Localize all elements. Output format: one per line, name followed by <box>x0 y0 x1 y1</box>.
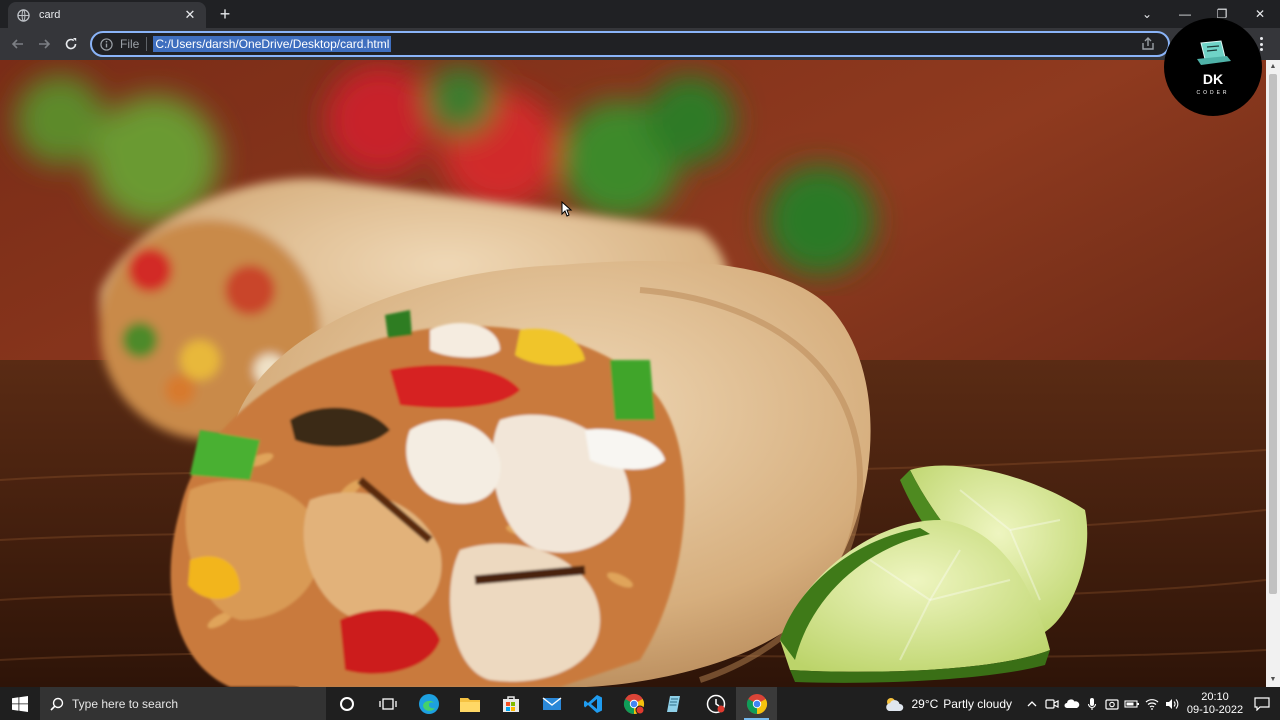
address-scheme-label: File <box>120 37 148 51</box>
back-arrow-icon <box>11 39 23 49</box>
tab-search-button[interactable]: ⌄ <box>1128 0 1166 28</box>
forward-button[interactable] <box>32 32 56 56</box>
back-button[interactable] <box>6 32 30 56</box>
laptop-logo-icon <box>1197 39 1231 65</box>
weather-temperature: 29°C <box>911 696 939 711</box>
burrito-with-lime-photo <box>0 60 1266 687</box>
logo-title: DK <box>1202 70 1224 87</box>
wifi-icon[interactable] <box>1142 687 1162 720</box>
reload-button[interactable] <box>59 32 83 56</box>
taskbar-search-placeholder: Type here to search <box>72 696 179 711</box>
logo-subtitle: CODER <box>1196 89 1230 96</box>
camera-icon[interactable] <box>1102 687 1122 720</box>
desktop-screen: card ✕ + ⌄ — ❐ ✕ File C:/Users/darsh/One… <box>0 0 1280 720</box>
weather-widget[interactable]: 29°C Partly cloudy <box>883 695 1012 713</box>
battery-icon[interactable] <box>1122 687 1142 720</box>
task-view-icon[interactable] <box>367 687 408 720</box>
partly-cloudy-icon <box>886 697 904 711</box>
share-icon[interactable] <box>1140 36 1156 52</box>
clock-date: 09-10-2022 <box>1186 703 1244 716</box>
scroll-down-icon[interactable]: ▼ <box>1269 676 1277 684</box>
scrollbar-thumb[interactable] <box>1269 74 1277 594</box>
tab-close-icon[interactable]: ✕ <box>182 7 198 23</box>
close-window-button[interactable]: ✕ <box>1241 0 1279 28</box>
address-bar[interactable]: File C:/Users/darsh/OneDrive/Desktop/car… <box>90 31 1170 57</box>
cortana-icon[interactable] <box>326 687 367 720</box>
weather-condition: Partly cloudy <box>943 696 1012 711</box>
chrome-profile-icon[interactable] <box>613 687 654 720</box>
browser-toolbar: File C:/Users/darsh/OneDrive/Desktop/car… <box>0 28 1280 60</box>
volume-icon[interactable] <box>1162 687 1182 720</box>
taskbar-clock[interactable]: 20:10 09-10-2022 <box>1186 691 1244 717</box>
clock-app-icon[interactable] <box>695 687 736 720</box>
forward-arrow-icon <box>39 39 51 49</box>
show-hidden-icons-icon[interactable] <box>1022 687 1042 720</box>
windows-logo-icon <box>12 695 28 712</box>
vscode-icon[interactable] <box>572 687 613 720</box>
file-explorer-icon[interactable] <box>449 687 490 720</box>
globe-icon <box>16 8 30 22</box>
new-tab-button[interactable]: + <box>216 4 234 24</box>
dk-coder-logo: DK CODER <box>1164 18 1262 116</box>
scroll-up-icon[interactable]: ▲ <box>1269 63 1277 71</box>
chrome-icon[interactable] <box>736 687 777 720</box>
page-scrollbar[interactable]: ▲ ▼ <box>1266 60 1280 687</box>
store-icon[interactable] <box>490 687 531 720</box>
meet-now-icon[interactable] <box>1042 687 1062 720</box>
taskbar-search-box[interactable]: Type here to search <box>40 687 326 720</box>
info-icon[interactable] <box>100 37 114 51</box>
onedrive-icon[interactable] <box>1062 687 1082 720</box>
notepad-icon[interactable] <box>654 687 695 720</box>
reload-icon <box>65 38 77 50</box>
system-tray: 29°C Partly cloudy 20:10 09-10-2022 <box>883 687 1280 720</box>
mouse-cursor-icon <box>561 201 573 217</box>
browser-tab-bar: card ✕ + ⌄ — ❐ ✕ <box>0 0 1280 28</box>
clock-time: 20:10 <box>1201 690 1229 703</box>
notification-center-icon[interactable] <box>1244 687 1280 720</box>
search-icon <box>50 697 64 711</box>
tab-title: card <box>39 9 61 21</box>
start-button[interactable] <box>0 687 40 720</box>
page-viewport <box>0 60 1266 687</box>
address-url-text[interactable]: C:/Users/darsh/OneDrive/Desktop/card.htm… <box>153 36 392 52</box>
mail-icon[interactable] <box>531 687 572 720</box>
tab-card[interactable]: card ✕ <box>8 2 206 28</box>
microphone-icon[interactable] <box>1082 687 1102 720</box>
edge-icon[interactable] <box>408 687 449 720</box>
windows-taskbar: Type here to search 29°C Partly cloudy 2… <box>0 687 1280 720</box>
